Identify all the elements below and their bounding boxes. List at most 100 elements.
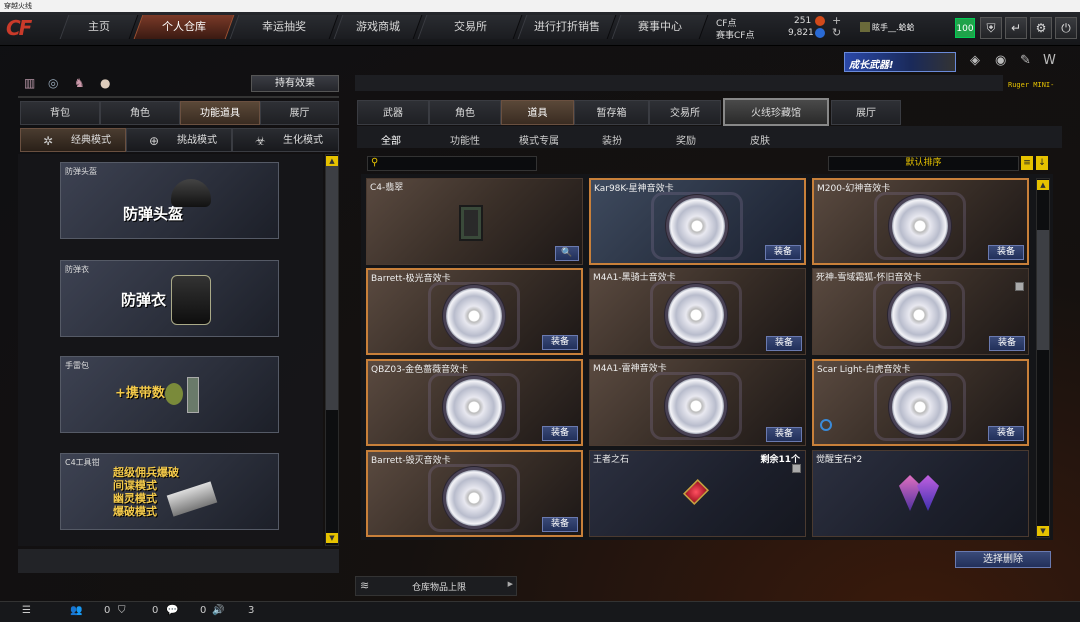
filter-functional[interactable]: 功能性 <box>450 132 480 147</box>
equip-button[interactable]: 装备 <box>542 335 578 350</box>
right-tab-gallery[interactable]: 展厅 <box>831 100 901 125</box>
right-tab-exchange[interactable]: 交易所 <box>649 100 721 125</box>
trash-icon[interactable] <box>1015 282 1024 291</box>
item-card[interactable]: 死神-雪域霜狐-怀旧音效卡 装备 <box>812 268 1029 355</box>
equip-button[interactable]: 装备 <box>989 336 1025 351</box>
equip-button[interactable]: 装备 <box>542 426 578 441</box>
right-scroll-up-icon[interactable]: ▲ <box>1037 180 1049 190</box>
filter-all[interactable]: 全部 <box>381 132 401 147</box>
effect-button[interactable]: 持有效果 <box>251 75 339 92</box>
storage-limit-bar[interactable]: ≋ 仓库物品上限 ▶ <box>355 576 517 596</box>
item-card[interactable]: Barrett-毁灭音效卡 装备 <box>366 450 583 537</box>
growth-weapon-banner[interactable]: 成长武器! <box>844 52 956 72</box>
item-card[interactable]: 王者之石 剩余11个 <box>589 450 806 537</box>
item-card[interactable]: Kar98K-星神音效卡 装备 <box>589 178 806 265</box>
eye-icon[interactable]: ◎ <box>48 76 58 90</box>
nav-exchange[interactable]: 交易所 <box>417 15 523 39</box>
item-card[interactable]: Barrett-极光音效卡 装备 <box>366 268 583 355</box>
stats-icon[interactable]: ▥ <box>24 76 35 90</box>
right-tab-character[interactable]: 角色 <box>429 100 501 125</box>
mode-zombie[interactable]: ☣ 生化模式 <box>232 128 339 152</box>
refresh-icon[interactable]: ↻ <box>832 26 841 39</box>
clan-shield-icon[interactable]: ⛉ <box>118 605 126 616</box>
event-points-label: 赛事CF点 <box>716 31 755 41</box>
feather-icon[interactable]: ✎ <box>1020 53 1031 68</box>
equip-button[interactable]: 装备 <box>988 426 1024 441</box>
sound-card-disc-icon <box>668 378 724 434</box>
power-icon[interactable]: ⏻ <box>1055 17 1077 39</box>
left-tab-character[interactable]: 角色 <box>100 101 180 125</box>
nav-discount-sale[interactable]: 进行打折销售 <box>517 15 617 39</box>
right-scroll-thumb[interactable] <box>1037 230 1049 350</box>
equip-button[interactable]: 装备 <box>765 245 801 260</box>
v-badge-icon[interactable]: ◈ <box>970 53 980 68</box>
user-avatar <box>860 22 870 32</box>
menu-icon[interactable]: ☰ <box>22 605 31 616</box>
username: 眩手__.蛤蛤 <box>872 23 915 32</box>
nav-home[interactable]: 主页 <box>59 15 139 39</box>
card-helmet[interactable]: 防弹头盔 防弹头盔 <box>60 162 279 239</box>
left-scroll-down-icon[interactable]: ▼ <box>326 533 338 543</box>
character-icon[interactable]: ♞ <box>74 76 85 90</box>
item-card[interactable]: M4A1-雷神音效卡 装备 <box>589 359 806 446</box>
item-card[interactable]: QBZ03-金色蔷薇音效卡 装备 <box>366 359 583 446</box>
sound-card-disc-icon <box>669 198 725 254</box>
item-card[interactable]: C4-翡翠 🔍 <box>366 178 583 265</box>
item-card[interactable]: 觉醒宝石*2 <box>812 450 1029 537</box>
nav-event-center[interactable]: 赛事中心 <box>611 15 709 39</box>
volume-icon[interactable]: 🔊 <box>212 605 224 616</box>
left-tab-items[interactable]: 功能道具 <box>180 101 260 125</box>
mode-challenge[interactable]: ⊕ 挑战模式 <box>126 128 232 152</box>
right-scroll-down-icon[interactable]: ▼ <box>1037 526 1049 536</box>
filter-rewards[interactable]: 奖励 <box>676 132 696 147</box>
equip-button[interactable]: 装备 <box>766 427 802 442</box>
equip-button[interactable]: 装备 <box>766 336 802 351</box>
list-view-icon[interactable]: ≡ <box>1021 156 1033 170</box>
card-grenade-pack[interactable]: 手雷包 +携带数 <box>60 356 279 433</box>
w-logo-icon[interactable]: W <box>1043 53 1056 68</box>
item-card[interactable]: M4A1-黑骑士音效卡 装备 <box>589 268 806 355</box>
left-scroll-up-icon[interactable]: ▲ <box>326 156 338 166</box>
item-card[interactable]: M200-幻神音效卡 装备 <box>812 178 1029 265</box>
inspect-button[interactable]: 🔍 <box>555 246 579 261</box>
nav-personal-warehouse[interactable]: 个人仓库 <box>133 15 235 39</box>
search-input[interactable]: ⚲ <box>367 156 537 171</box>
gear-icon[interactable]: ⚙ <box>1030 17 1052 39</box>
c4-mode-line-1: 超级佣兵爆破 <box>113 466 179 479</box>
nav-lucky-draw[interactable]: 幸运抽奖 <box>229 15 339 39</box>
sort-dropdown[interactable]: 默认排序 <box>828 156 1019 171</box>
chat-icon[interactable]: 💬 <box>166 605 178 616</box>
select-delete-button[interactable]: 选择删除 <box>955 551 1051 568</box>
globe-icon[interactable]: ◉ <box>995 53 1006 68</box>
exit-icon[interactable]: ↵ <box>1005 17 1027 39</box>
filter-dress-up[interactable]: 装扮 <box>602 132 622 147</box>
mode-classic[interactable]: ✲ 经典模式 <box>20 128 126 152</box>
equip-button[interactable]: 装备 <box>988 245 1024 260</box>
game-logo[interactable]: CF <box>6 16 50 42</box>
right-tab-items[interactable]: 道具 <box>501 100 574 125</box>
expand-arrow-icon: ▶ <box>507 580 513 588</box>
right-tab-weapons[interactable]: 武器 <box>357 100 429 125</box>
nav-game-store[interactable]: 游戏商城 <box>333 15 423 39</box>
equip-button[interactable]: 装备 <box>542 517 578 532</box>
left-scroll-thumb[interactable] <box>326 166 338 410</box>
item-card[interactable]: Scar Light-白虎音效卡 装备 <box>812 359 1029 446</box>
shield-icon[interactable]: ⛨ <box>980 17 1002 39</box>
sort-direction-icon[interactable]: ↓ <box>1036 156 1048 170</box>
right-tab-storage[interactable]: 暂存箱 <box>574 100 649 125</box>
mode-challenge-label: 挑战模式 <box>177 135 217 146</box>
right-tab-collection[interactable]: 火线珍藏馆 <box>723 98 829 126</box>
card-grenade-tag: 手雷包 <box>65 361 89 370</box>
player-level: 100 <box>955 18 975 38</box>
left-tab-backpack[interactable]: 背包 <box>20 101 100 125</box>
grenade-icon[interactable]: ● <box>100 76 110 90</box>
card-vest[interactable]: 防弹衣 防弹衣 <box>60 260 279 337</box>
sound-card-disc-icon <box>446 288 502 344</box>
trash-icon[interactable] <box>792 464 801 473</box>
right-header-bar <box>355 75 1003 91</box>
card-c4-tool[interactable]: C4工具钳 超级佣兵爆破 间谍模式 幽灵模式 爆破模式 <box>60 453 279 530</box>
friends-icon[interactable]: 👥 <box>70 605 82 616</box>
filter-mode-exclusive[interactable]: 模式专属 <box>519 132 559 147</box>
filter-skins[interactable]: 皮肤 <box>750 132 770 147</box>
left-tab-gallery[interactable]: 展厅 <box>260 101 339 125</box>
